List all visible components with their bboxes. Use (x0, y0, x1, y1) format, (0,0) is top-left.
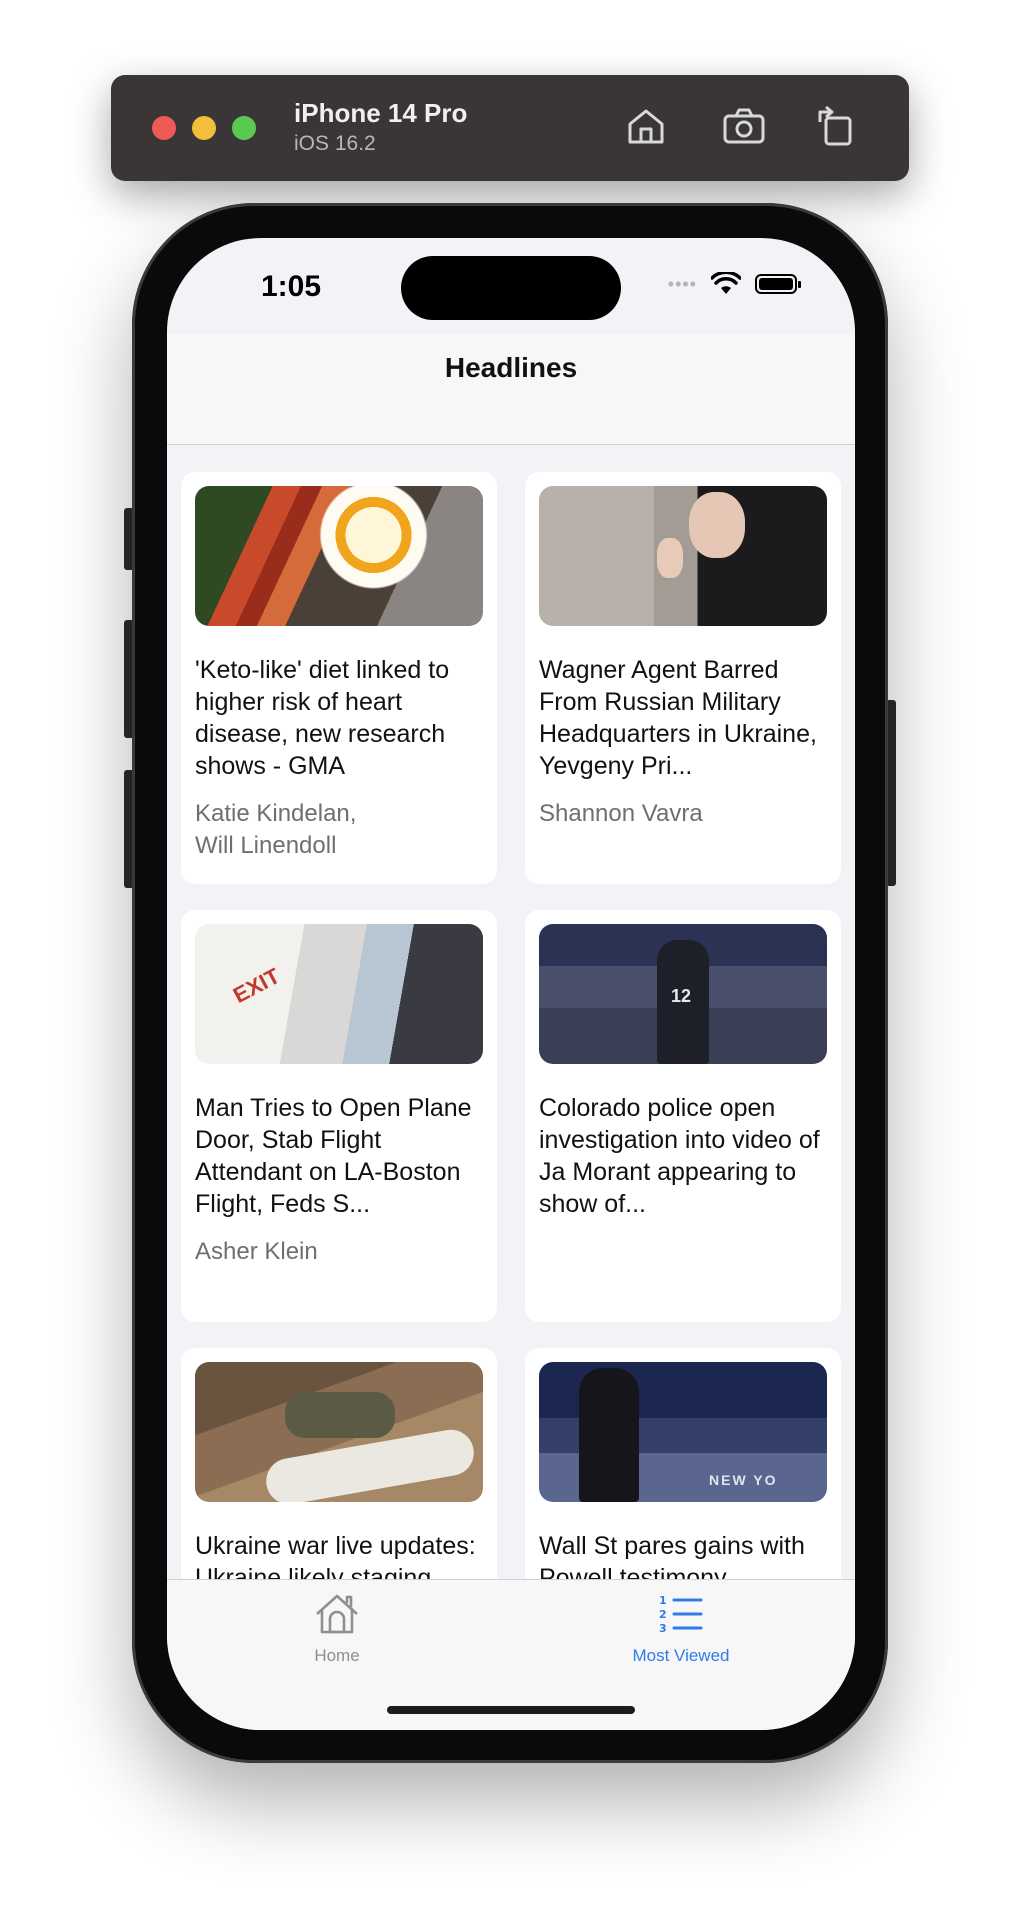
minimize-window-button[interactable] (192, 116, 216, 140)
article-image (195, 1362, 483, 1502)
tab-label: Home (314, 1646, 360, 1665)
article-card[interactable]: EXIT Man Tries to Open Plane Door, Stab … (181, 910, 497, 1322)
tab-home[interactable]: Home (237, 1590, 437, 1666)
home-icon[interactable] (622, 102, 670, 150)
navigation-bar (167, 334, 855, 445)
device-screen: 1:05 •••• Headlines 'Keto-like' diet lin… (167, 238, 855, 1730)
article-title: Man Tries to Open Plane Door, Stab Fligh… (195, 1094, 472, 1218)
article-image (539, 486, 827, 626)
wifi-icon (711, 272, 741, 296)
article-author: Katie Kindelan, Will Linendoll (195, 800, 357, 859)
home-indicator[interactable] (387, 1706, 635, 1714)
article-image-text: EXIT (228, 962, 284, 1009)
page-title: Headlines (444, 352, 578, 383)
svg-text:1: 1 (659, 1594, 667, 1607)
status-icons: •••• (667, 272, 801, 296)
article-title: Colorado police open investigation into … (539, 1094, 820, 1218)
article-image-text: NEW YO (709, 1472, 778, 1488)
article-image: EXIT (195, 924, 483, 1064)
article-image: NEW YO (539, 1362, 827, 1502)
article-author: Asher Klein (195, 1238, 318, 1265)
simulator-title-bar (111, 75, 909, 181)
tab-label: Most Viewed (632, 1646, 730, 1665)
article-title: 'Keto-like' diet linked to higher risk o… (195, 656, 450, 780)
article-card[interactable]: Wagner Agent Barred From Russian Militar… (525, 472, 841, 884)
dynamic-island (401, 256, 621, 320)
signal-icon: •••• (667, 273, 697, 294)
tab-most-viewed[interactable]: 1 2 3 Most Viewed (581, 1590, 781, 1666)
os-version: iOS 16.2 (294, 132, 376, 155)
battery-icon (755, 274, 801, 294)
article-image: 12 (539, 924, 827, 1064)
house-icon (237, 1590, 437, 1638)
article-card[interactable]: 'Keto-like' diet linked to higher risk o… (181, 472, 497, 884)
zoom-window-button[interactable] (232, 116, 256, 140)
article-card[interactable]: 12 Colorado police open investigation in… (525, 910, 841, 1322)
article-author: Shannon Vavra (539, 800, 703, 827)
svg-text:2: 2 (659, 1608, 667, 1621)
svg-text:3: 3 (659, 1622, 667, 1635)
article-image-text: 12 (671, 986, 692, 1006)
status-time: 1:05 (261, 270, 322, 303)
article-image (195, 486, 483, 626)
device-name: iPhone 14 Pro (294, 98, 468, 128)
screenshot-icon[interactable] (720, 102, 768, 150)
article-title: Wagner Agent Barred From Russian Militar… (539, 656, 817, 780)
headlines-grid[interactable]: 'Keto-like' diet linked to higher risk o… (167, 445, 855, 1730)
numbered-list-icon: 1 2 3 (581, 1590, 781, 1638)
rotate-icon[interactable] (812, 102, 860, 150)
close-window-button[interactable] (152, 116, 176, 140)
